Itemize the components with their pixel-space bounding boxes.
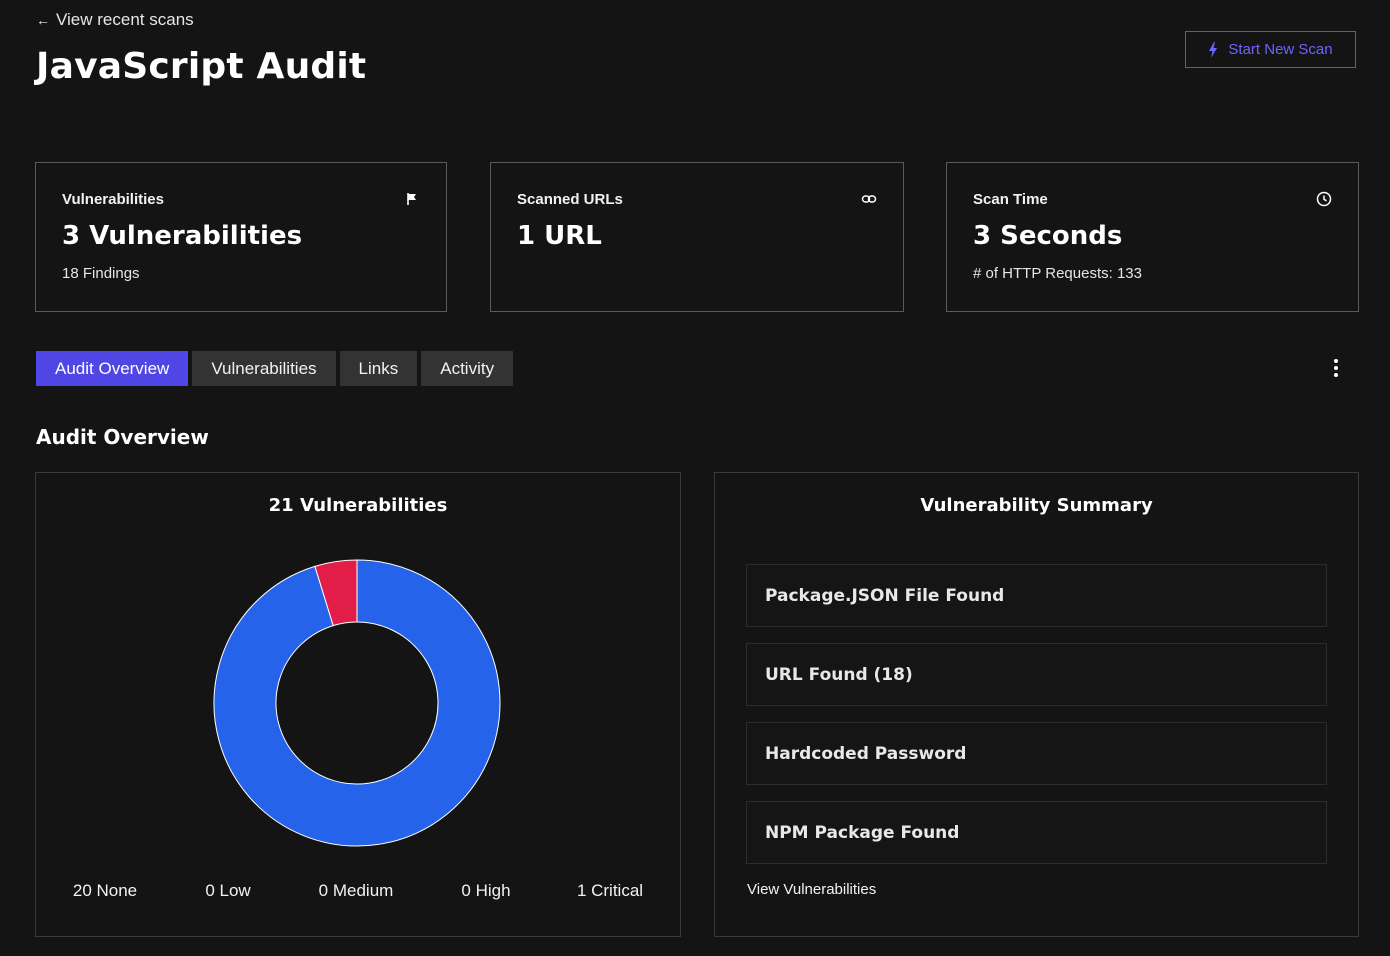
start-new-scan-label: Start New Scan — [1228, 41, 1333, 58]
legend-item-none: 20 None — [72, 881, 138, 900]
summary-item[interactable]: Package.JSON File Found — [746, 564, 1327, 627]
stat-label: Vulnerabilities — [62, 191, 164, 208]
legend-item-critical: 1 Critical — [576, 881, 644, 900]
tab-bar: Audit Overview Vulnerabilities Links Act… — [36, 351, 514, 386]
stat-card-scanned-urls: Scanned URLs 1 URL — [490, 162, 904, 312]
back-link-label: View recent scans — [56, 10, 194, 29]
legend-item-high: 0 High — [461, 881, 511, 900]
vulnerability-chart-panel: 21 Vulnerabilities 20 None 0 Low 0 Mediu… — [35, 472, 681, 937]
summary-title: Vulnerability Summary — [920, 495, 1153, 516]
vulnerability-summary-panel: Vulnerability Summary Package.JSON File … — [714, 472, 1359, 937]
page-title: JavaScript Audit — [36, 46, 367, 87]
section-title: Audit Overview — [36, 425, 209, 449]
page: ← View recent scans JavaScript Audit Sta… — [0, 0, 1390, 956]
view-vulnerabilities-link[interactable]: View Vulnerabilities — [747, 881, 876, 898]
stat-card-vulnerabilities: Vulnerabilities 3 Vulnerabilities 18 Fin… — [35, 162, 447, 312]
stat-card-scan-time: Scan Time 3 Seconds # of HTTP Requests: … — [946, 162, 1359, 312]
summary-item[interactable]: NPM Package Found — [746, 801, 1327, 864]
chart-title: 21 Vulnerabilities — [268, 495, 448, 516]
summary-item[interactable]: Hardcoded Password — [746, 722, 1327, 785]
legend-item-medium: 0 Medium — [318, 881, 394, 900]
stat-value: 3 Vulnerabilities — [62, 221, 303, 251]
start-new-scan-button[interactable]: Start New Scan — [1185, 31, 1356, 68]
flag-icon — [407, 193, 416, 205]
stat-label: Scan Time — [973, 191, 1048, 208]
link-icon — [861, 195, 877, 203]
tab-links[interactable]: Links — [339, 351, 418, 386]
donut-chart — [213, 559, 501, 847]
arrow-left-icon: ← — [36, 12, 50, 28]
legend-item-low: 0 Low — [205, 881, 251, 900]
stat-sub: 18 Findings — [62, 265, 140, 282]
back-link[interactable]: ← View recent scans — [36, 10, 194, 30]
summary-item[interactable]: URL Found (18) — [746, 643, 1327, 706]
stat-label: Scanned URLs — [517, 191, 623, 208]
stat-sub: # of HTTP Requests: 133 — [973, 265, 1142, 282]
tab-audit-overview[interactable]: Audit Overview — [36, 351, 189, 386]
stat-value: 1 URL — [517, 221, 602, 251]
stat-value: 3 Seconds — [973, 221, 1123, 251]
donut-slice-none[interactable] — [213, 559, 501, 847]
more-options-icon[interactable] — [1324, 356, 1348, 380]
tab-activity[interactable]: Activity — [421, 351, 514, 386]
tab-vulnerabilities[interactable]: Vulnerabilities — [192, 351, 336, 386]
clock-icon — [1316, 191, 1332, 207]
lightning-icon — [1209, 41, 1218, 58]
